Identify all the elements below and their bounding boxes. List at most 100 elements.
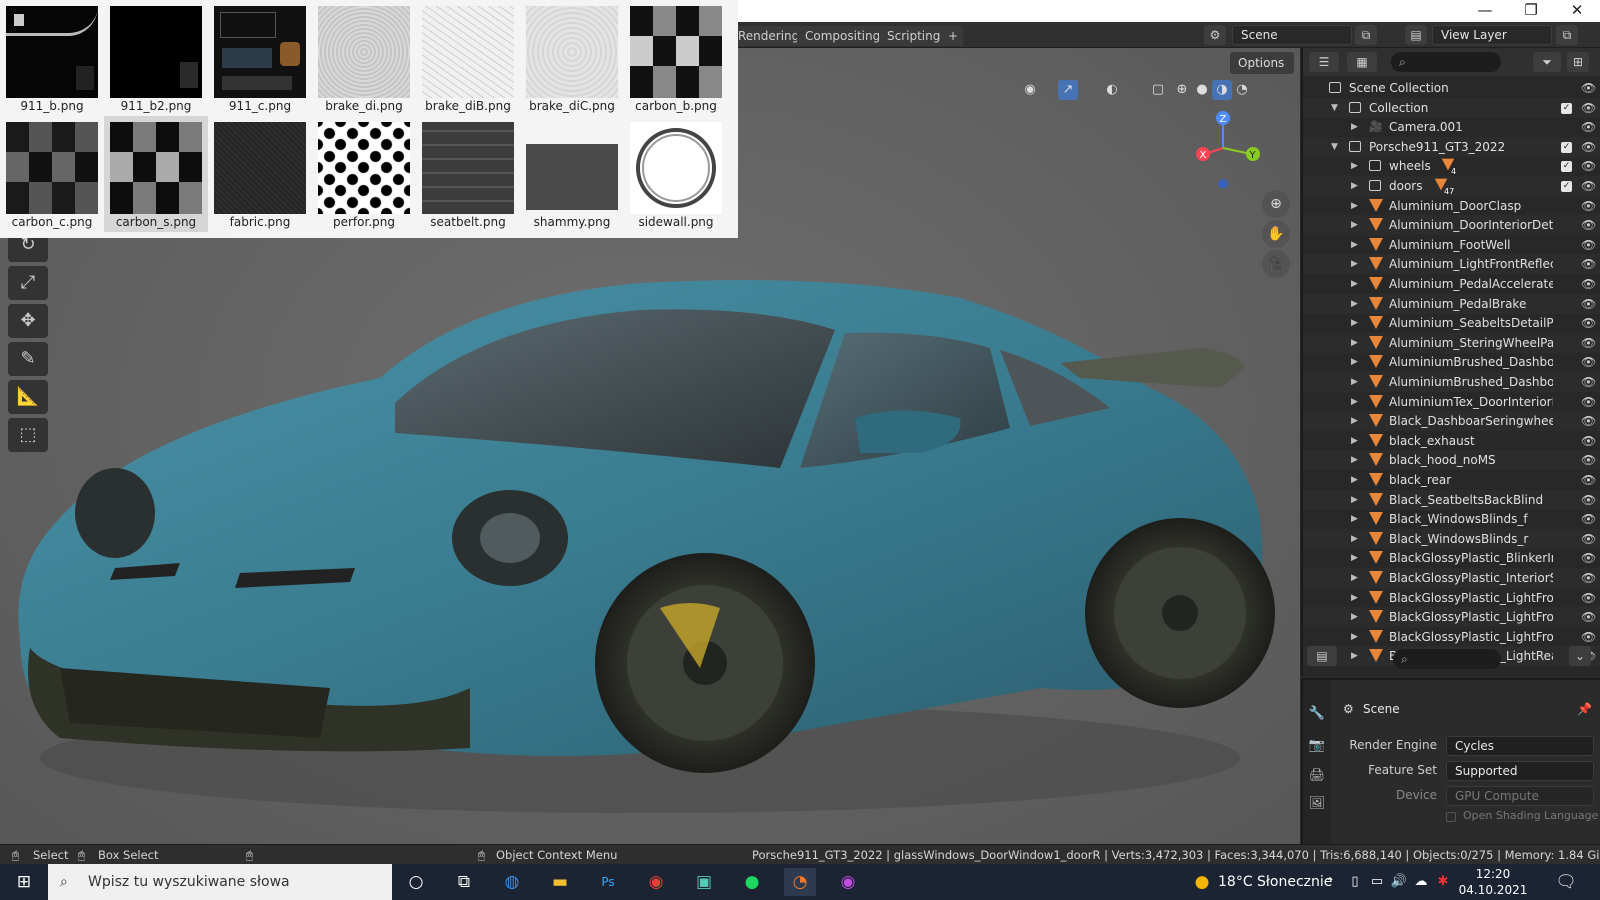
chrome-icon[interactable]: ◉ [640,868,672,896]
properties-editor-icon[interactable]: ▤ [1307,646,1337,666]
expand-arrow-icon[interactable]: ▶ [1351,392,1361,412]
expand-arrow-icon[interactable]: ▶ [1351,117,1361,137]
scene-selector[interactable]: Scene [1232,25,1352,45]
measure-tool-icon[interactable]: 📐 [8,380,48,414]
expand-arrow-icon[interactable]: ▶ [1351,372,1361,392]
expand-arrow-icon[interactable]: ▶ [1351,176,1361,196]
image-thumbnail[interactable]: fabric.png [208,116,312,232]
edge-icon[interactable]: ◍ [496,868,528,896]
volume-icon[interactable]: 🔊 [1388,868,1410,896]
xray-icon[interactable]: ▢ [1148,80,1168,100]
visibility-eye-icon[interactable]: 👁 [1581,431,1596,451]
outliner-row[interactable]: ▶ Aluminium_FootWell 👁 [1303,235,1600,255]
network-icon[interactable]: ▭ [1366,868,1388,896]
outliner-row[interactable]: ▶ AluminiumBrushed_DashboardDe 👁 [1303,352,1600,372]
expand-arrow-icon[interactable]: ▶ [1351,215,1361,235]
spotify-icon[interactable]: ● [736,868,768,896]
expand-arrow-icon[interactable]: ▶ [1351,411,1361,431]
navigation-gizmo[interactable]: Z X Y [1195,108,1275,188]
pan-hand-icon[interactable]: ✋ [1262,220,1290,248]
exclude-checkbox[interactable]: ✓ [1561,141,1572,153]
tab-compositing[interactable]: Compositing [797,26,889,46]
notifications-icon[interactable]: 🗨 [1550,868,1582,896]
outliner-row[interactable]: ▶ BlackGlossyPlastic_LightFrontInt 👁 [1303,607,1600,628]
visibility-eye-icon[interactable]: 👁 [1581,352,1596,372]
visibility-eye-icon[interactable]: 👁 [1581,215,1596,235]
expand-arrow-icon[interactable]: ▶ [1351,490,1361,510]
visibility-eye-icon[interactable]: 👁 [1581,176,1596,196]
scene-icon[interactable]: ⚙ [1204,25,1226,45]
blender-icon[interactable]: ◔ [784,868,816,896]
new-collection-icon[interactable]: ⊞ [1567,52,1589,72]
expand-arrow-icon[interactable]: ▶ [1351,156,1361,176]
properties-collapse-icon[interactable]: ⌄ [1569,646,1591,666]
exclude-checkbox[interactable]: ✓ [1561,102,1572,114]
expand-arrow-icon[interactable]: ▶ [1351,607,1361,627]
expand-arrow-icon[interactable]: ▶ [1351,235,1361,255]
view-layer-icon[interactable]: ▤ [1405,25,1427,45]
outliner-row[interactable]: ▶ Black_SeatbeltsBackBlind 👁 [1303,489,1600,510]
image-thumbnail[interactable]: brake_diC.png [520,0,624,116]
outliner-row[interactable]: ▶ black_rear 👁 [1303,470,1600,490]
image-thumbnail[interactable]: 911_b.png [0,0,104,116]
expand-arrow-icon[interactable]: ▶ [1351,646,1361,666]
gizmo-toggle-icon[interactable]: ↗ [1058,80,1078,100]
exclude-checkbox[interactable]: ✓ [1561,181,1572,192]
expand-arrow-icon[interactable]: ▶ [1351,431,1361,451]
weather-icon[interactable]: ● [1186,868,1218,896]
new-scene-icon[interactable]: ⧉ [1355,25,1377,45]
visibility-eye-icon[interactable]: 👁 [1581,137,1596,157]
solid-shading-icon[interactable]: ● [1192,80,1212,100]
editor-type-icon[interactable]: ☰ [1309,52,1339,72]
outliner-row[interactable]: ▼ Collection ✓ 👁 [1303,97,1600,118]
visibility-eye-icon[interactable]: 👁 [1581,274,1596,294]
expand-arrow-icon[interactable]: ▶ [1351,274,1361,294]
tray-app-icon[interactable]: ▯ [1344,868,1366,896]
image-thumbnail[interactable]: carbon_c.png [0,116,104,232]
tab-scripting[interactable]: Scripting [879,26,949,46]
visibility-eye-icon[interactable]: 👁 [1581,450,1596,470]
new-view-layer-icon[interactable]: ⧉ [1556,25,1578,45]
outliner-row[interactable]: ▶ AluminiumBrushed_DashboardSc 👁 [1303,372,1600,392]
visibility-eye-icon[interactable]: 👁 [1581,98,1596,118]
render-engine-dropdown[interactable]: Cycles [1446,736,1594,756]
zoom-icon[interactable]: ⊕ [1262,190,1290,218]
expand-arrow-icon[interactable]: ▶ [1351,352,1361,372]
transform-tool-icon[interactable]: ✥ [8,304,48,338]
visibility-eye-icon[interactable]: 👁 [1581,529,1596,549]
visibility-eye-icon[interactable]: 👁 [1581,196,1596,216]
image-thumbnail[interactable]: 911_b2.png [104,0,208,116]
photoshop-icon[interactable]: Ps [592,868,624,896]
expand-arrow-icon[interactable]: ▶ [1351,294,1361,314]
weather-text[interactable]: 18°C Słonecznie [1218,864,1332,900]
visibility-eye-icon[interactable]: 👁 [1581,372,1596,392]
close-button[interactable]: ✕ [1554,0,1600,22]
outliner-row[interactable]: ▶ BlackGlossyPlastic_BlinkerInteric 👁 [1303,548,1600,568]
collapse-arrow-icon[interactable]: ▼ [1331,137,1341,157]
display-mode-icon[interactable]: ▦ [1347,52,1377,72]
minimize-button[interactable]: — [1462,0,1508,22]
tray-red-icon[interactable]: ✱ [1432,868,1454,896]
image-thumbnail[interactable]: brake_diB.png [416,0,520,116]
expand-arrow-icon[interactable]: ▶ [1351,588,1361,608]
outliner-row[interactable]: ▼ Porsche911_GT3_2022 ✓ 👁 [1303,136,1600,157]
visibility-eye-icon[interactable]: 👁 [1581,490,1596,510]
filter-icon[interactable]: ⏷ [1533,52,1561,72]
image-thumbnail[interactable]: shammy.png [520,116,624,232]
scale-tool-icon[interactable]: ⤢ [8,266,48,300]
outliner-row[interactable]: ▶ Black_WindowsBlinds_f 👁 [1303,509,1600,529]
camera-view-icon[interactable]: 🎥 [1262,250,1290,278]
annotate-tool-icon[interactable]: ✎ [8,342,48,376]
overlay-icon[interactable]: ◐ [1102,80,1122,100]
tab-rendering[interactable]: Rendering [730,26,808,46]
device-dropdown[interactable]: GPU Compute [1446,786,1594,806]
visibility-eye-icon[interactable]: 👁 [1581,78,1596,98]
image-thumbnail[interactable]: 911_c.png [208,0,312,116]
expand-arrow-icon[interactable]: ▶ [1351,568,1361,588]
outliner-row[interactable]: ▶ BlackGlossyPlastic_LightFrontRe 👁 [1303,627,1600,647]
image-thumbnail[interactable]: perfor.png [312,116,416,232]
rendered-shading-icon[interactable]: ◔ [1232,80,1252,100]
expand-arrow-icon[interactable]: ▶ [1351,627,1361,647]
visibility-eye-icon[interactable]: 👁 [1581,254,1596,274]
visibility-eye-icon[interactable]: 👁 [1581,294,1596,314]
